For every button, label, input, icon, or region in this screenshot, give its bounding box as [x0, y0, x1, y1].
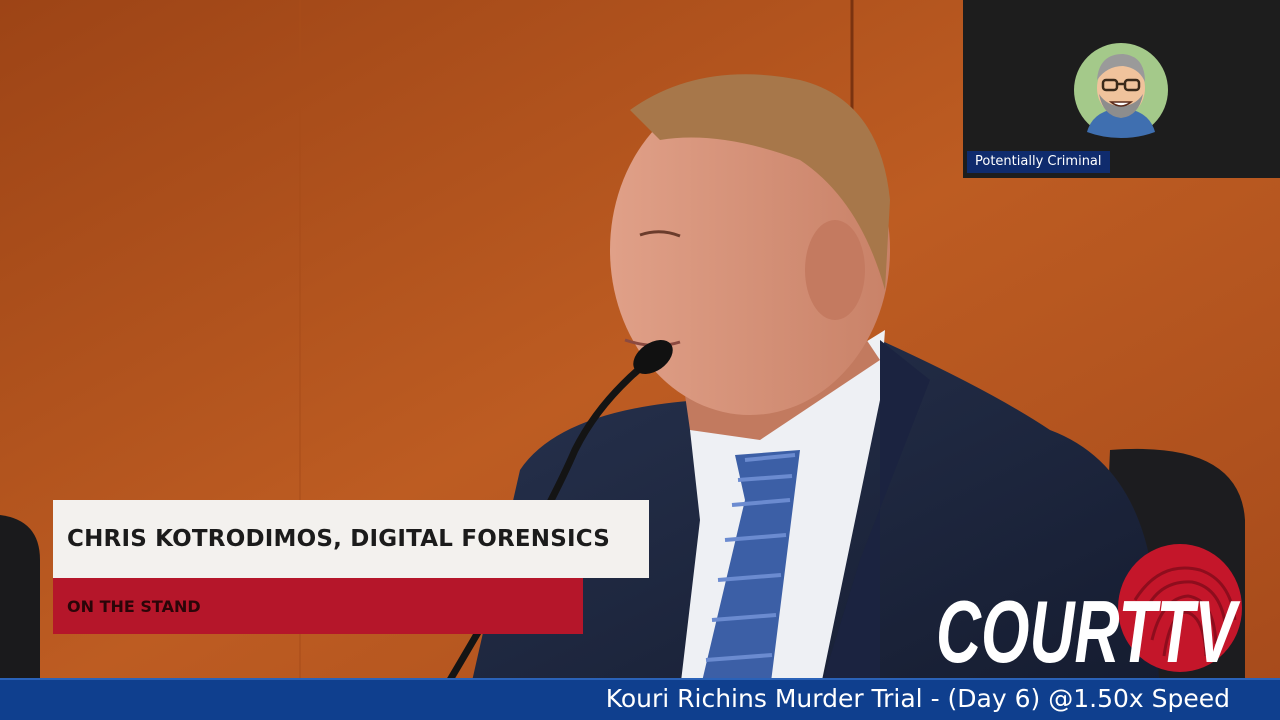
ticker-text: Kouri Richins Murder Trial - (Day 6) @1.… [605, 684, 1230, 713]
webcam-overlay: Potentially Criminal [963, 0, 1280, 178]
webcam-name-label: Potentially Criminal [967, 151, 1110, 173]
lower-third-name: CHRIS KOTRODIMOS, DIGITAL FORENSICS [53, 500, 649, 578]
lower-third-status: ON THE STAND [53, 578, 583, 634]
court-tv-logo: COURTTV [936, 544, 1242, 678]
cartoon-avatar-icon [1074, 43, 1168, 138]
svg-text:COURTTV: COURTTV [936, 582, 1240, 678]
ticker-bar: Kouri Richins Murder Trial - (Day 6) @1.… [0, 678, 1280, 720]
chair-left [0, 515, 40, 690]
